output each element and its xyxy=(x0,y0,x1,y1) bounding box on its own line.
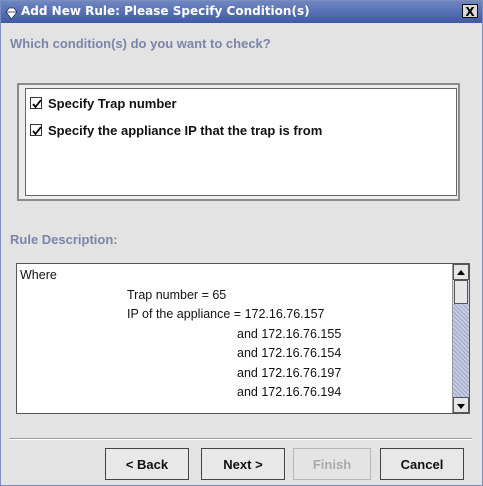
divider xyxy=(9,438,472,440)
close-icon: X xyxy=(465,5,475,19)
arrow-up-icon xyxy=(457,270,465,275)
and-ip-line: and 172.16.76.154 xyxy=(237,346,342,360)
check-icon xyxy=(32,99,42,109)
and-ip-line: and 172.16.76.194 xyxy=(237,385,342,399)
and-ip-line: and 172.16.76.197 xyxy=(237,366,342,380)
next-button[interactable]: Next > xyxy=(201,448,285,480)
appliance-ip-checkbox[interactable] xyxy=(30,124,42,136)
condition-appliance-ip[interactable]: Specify the appliance IP that the trap i… xyxy=(30,121,322,139)
scroll-up-button[interactable] xyxy=(453,264,469,280)
rule-description-heading: Rule Description: xyxy=(10,232,118,247)
vertical-scrollbar[interactable] xyxy=(452,264,469,413)
cancel-button[interactable]: Cancel xyxy=(380,448,464,480)
trap-number-line: Trap number = 65 xyxy=(127,288,227,302)
scroll-down-button[interactable] xyxy=(453,397,469,413)
add-rule-dialog: Add New Rule: Please Specify Condition(s… xyxy=(0,0,483,486)
rule-description-box[interactable]: Where Trap number = 65 IP of the applian… xyxy=(16,263,470,414)
window-title: Add New Rule: Please Specify Condition(s… xyxy=(21,4,310,18)
condition-trap-number[interactable]: Specify Trap number xyxy=(30,94,177,112)
appliance-ip-label: Specify the appliance IP that the trap i… xyxy=(48,122,323,138)
scroll-track-lower[interactable] xyxy=(453,304,469,397)
conditions-question: Which condition(s) do you want to check? xyxy=(10,36,271,51)
close-button[interactable]: X xyxy=(462,4,478,19)
rule-description-text: Where Trap number = 65 IP of the applian… xyxy=(17,264,450,413)
title-bar[interactable]: Add New Rule: Please Specify Condition(s… xyxy=(1,1,482,23)
trap-number-checkbox[interactable] xyxy=(30,97,42,109)
conditions-panel: Specify Trap number Specify the applianc… xyxy=(17,83,460,201)
back-button[interactable]: < Back xyxy=(105,448,189,480)
scroll-track[interactable] xyxy=(453,280,469,397)
trap-number-label: Specify Trap number xyxy=(48,95,177,111)
arrow-down-icon xyxy=(457,404,465,409)
and-ip-line: and 172.16.76.155 xyxy=(237,327,342,341)
ip-line: IP of the appliance = 172.16.76.157 xyxy=(127,307,325,321)
gem-icon xyxy=(5,5,18,20)
conditions-list: Specify Trap number Specify the applianc… xyxy=(25,88,457,196)
finish-button[interactable]: Finish xyxy=(293,448,371,480)
scroll-thumb[interactable] xyxy=(454,280,468,304)
check-icon xyxy=(32,126,42,136)
where-line: Where xyxy=(20,268,57,282)
